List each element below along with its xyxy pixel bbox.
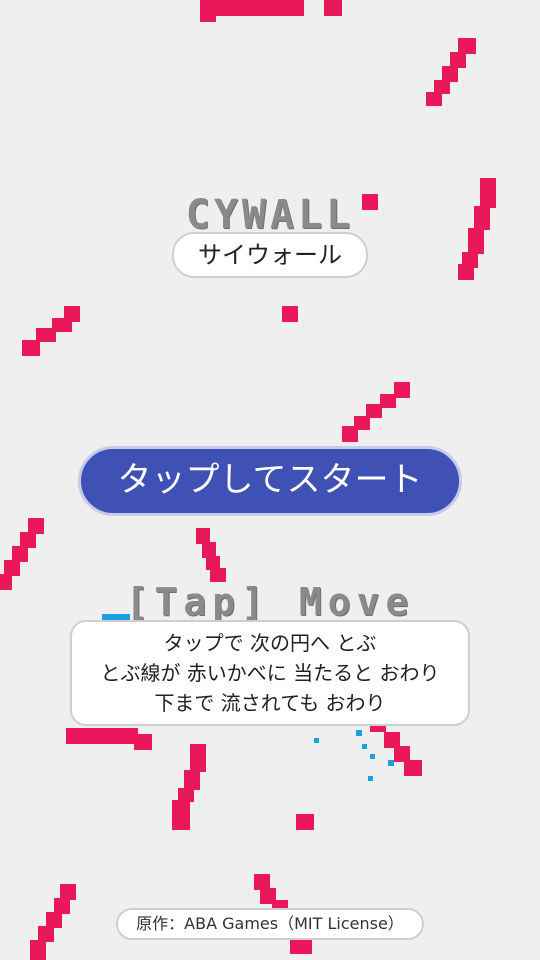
controls-label: [Tap] Move bbox=[125, 580, 415, 624]
credit-label: 原作：ABA Games（MIT License） bbox=[116, 908, 424, 940]
game-subtitle: サイウォール bbox=[172, 232, 368, 278]
start-button[interactable]: タップしてスタート bbox=[78, 446, 462, 516]
instructions-panel: タップで 次の円へ とぶ とぶ線が 赤いかべに 当たると おわり 下まで 流され… bbox=[70, 620, 470, 726]
instruction-line-2: とぶ線が 赤いかべに 当たると おわり bbox=[100, 661, 440, 685]
instruction-line-3: 下まで 流されても おわり bbox=[154, 691, 386, 715]
instruction-line-1: タップで 次の円へ とぶ bbox=[163, 631, 377, 655]
